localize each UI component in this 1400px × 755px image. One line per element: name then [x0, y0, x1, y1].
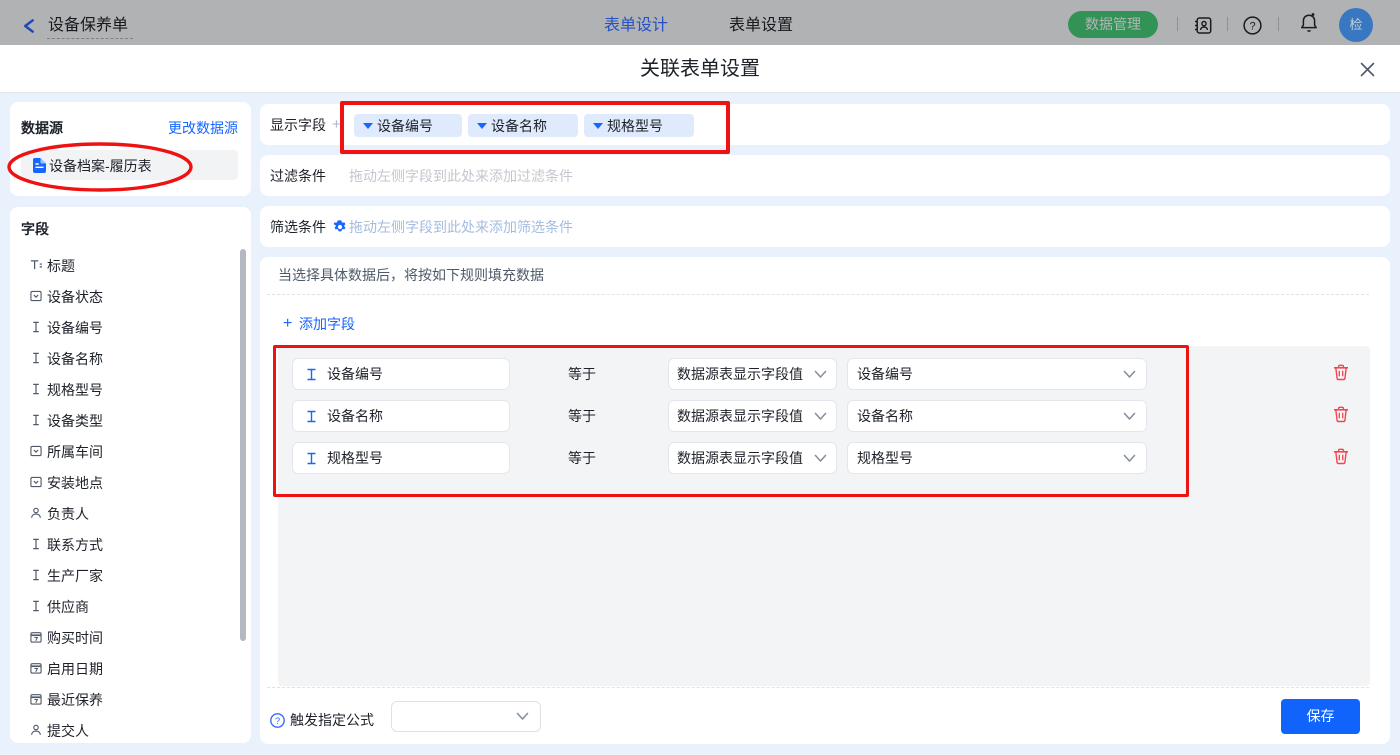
- svg-text:?: ?: [275, 716, 280, 727]
- svg-text:?: ?: [1249, 20, 1255, 32]
